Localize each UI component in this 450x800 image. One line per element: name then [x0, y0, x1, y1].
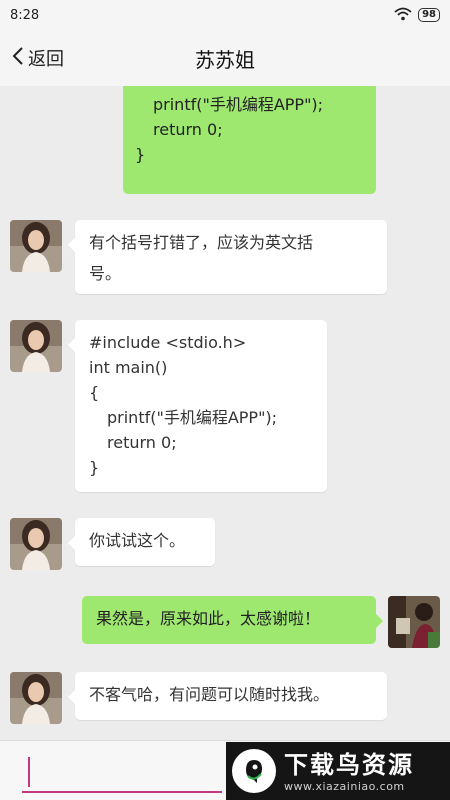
status-icons: 98: [394, 6, 440, 25]
code-line: {: [89, 383, 100, 402]
message-text-line: 有个括号打错了，应该为英文括: [89, 233, 314, 252]
page-title: 苏苏姐: [195, 47, 255, 72]
message-bubble-outgoing[interactable]: printf("手机编程APP"); return 0; }: [123, 86, 376, 194]
back-button[interactable]: 返回: [0, 45, 64, 71]
text-caret: [28, 757, 30, 787]
wifi-icon: [394, 6, 412, 25]
watermark-title: 下载鸟资源: [284, 750, 414, 779]
message-input[interactable]: [22, 749, 222, 793]
message-bubble-outgoing[interactable]: 果然是，原来如此，太感谢啦！: [82, 596, 383, 644]
battery-icon: 98: [418, 8, 440, 22]
code-line: }: [89, 458, 100, 477]
message-text: 果然是，原来如此，太感谢啦！: [96, 609, 321, 628]
code-line: printf("手机编程APP");: [153, 95, 324, 114]
message-bubble-incoming[interactable]: 不客气哈，有问题可以随时找我。: [68, 672, 387, 720]
bird-icon: [232, 749, 276, 793]
watermark-url: www.xiazainiao.com: [284, 779, 405, 793]
code-line: int main(): [89, 358, 168, 377]
status-bar: 8:28 98: [0, 0, 450, 30]
watermark-text: 下载鸟资源 www.xiazainiao.com: [284, 750, 414, 793]
code-line: #include <stdio.h>: [89, 333, 247, 352]
message-text: 不客气哈，有问题可以随时找我。: [89, 685, 330, 704]
avatar[interactable]: [10, 220, 62, 272]
header: 返回 苏苏姐: [0, 30, 450, 86]
chat-area[interactable]: printf("手机编程APP"); return 0; } 有个括号打错了，应…: [0, 86, 450, 740]
avatar[interactable]: [10, 672, 62, 724]
status-time: 8:28: [10, 7, 40, 23]
avatar[interactable]: [10, 320, 62, 372]
chevron-left-icon: [12, 46, 24, 70]
code-line: }: [135, 145, 146, 164]
code-line: printf("手机编程APP");: [107, 408, 278, 427]
message-bubble-incoming[interactable]: 有个括号打错了，应该为英文括 号。: [68, 220, 387, 294]
avatar[interactable]: [10, 518, 62, 570]
message-bubble-incoming[interactable]: 你试试这个。: [68, 518, 215, 566]
code-line: return 0;: [153, 120, 223, 139]
watermark-banner: 下载鸟资源 www.xiazainiao.com: [226, 742, 450, 800]
user-avatar[interactable]: [388, 596, 440, 648]
code-line: return 0;: [107, 433, 177, 452]
message-bubble-incoming[interactable]: #include <stdio.h> int main() { printf("…: [68, 320, 327, 492]
back-label: 返回: [28, 49, 64, 70]
message-text: 你试试这个。: [89, 531, 186, 550]
message-text-line: 号。: [89, 264, 122, 283]
